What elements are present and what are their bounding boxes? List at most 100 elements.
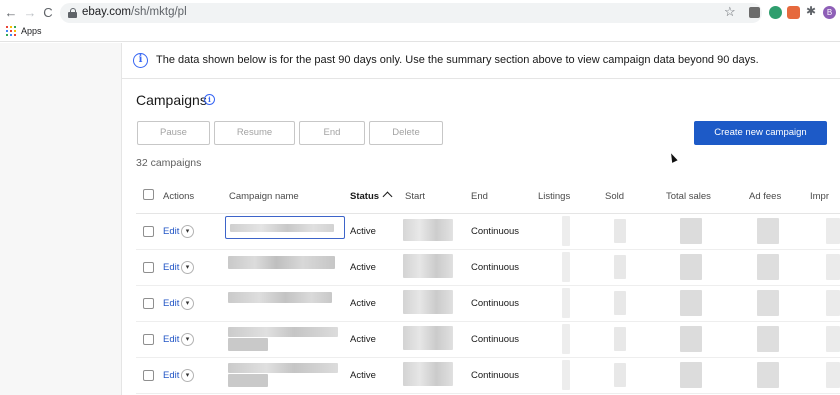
extension-icon[interactable] [769,6,782,19]
info-icon: i [133,53,148,68]
listings-cell [562,288,570,318]
header-actions: Actions [163,191,195,202]
extension-icon[interactable] [749,7,760,18]
puzzle-icon[interactable]: ✱ [806,4,819,18]
start-date-cell [403,290,453,314]
ad-fees-cell [757,290,779,316]
edit-link[interactable]: Edit [163,298,179,309]
listings-cell [562,324,570,354]
row-checkbox[interactable] [143,370,154,381]
table-header: Actions Campaign name Status Start End L… [136,178,840,214]
campaign-name-cell[interactable] [228,327,338,337]
campaign-name-cell[interactable] [228,363,338,373]
pause-button[interactable]: Pause [137,121,210,145]
header-start[interactable]: Start [405,191,425,202]
url-text: ebay.com/sh/mktg/pl [82,6,187,18]
impressions-cell [826,218,840,244]
impressions-cell [826,326,840,352]
campaign-name-cell[interactable] [228,256,335,269]
apps-grid-icon [6,26,16,36]
ad-fees-cell [757,254,779,280]
address-bar[interactable]: ebay.com/sh/mktg/pl [60,3,762,23]
star-icon[interactable]: ☆ [724,4,736,20]
mouse-cursor [668,152,678,163]
chevron-down-icon[interactable]: ▾ [181,225,194,238]
header-total-sales[interactable]: Total sales [666,191,711,202]
back-icon[interactable]: ← [4,6,18,20]
total-sales-cell [680,362,702,388]
table-row: Edit ▾ Active Continuous [136,358,840,394]
sort-ascending-icon[interactable] [382,191,393,202]
header-status[interactable]: Status [350,191,379,202]
edit-link[interactable]: Edit [163,334,179,345]
select-all-checkbox[interactable] [143,189,154,200]
end-cell: Continuous [471,226,520,237]
campaign-name-cell[interactable] [228,292,332,303]
edit-link[interactable]: Edit [163,226,179,237]
total-sales-cell [680,218,702,244]
page-title: Campaigns [136,92,207,108]
table-row: Edit ▾ Active Continuous [136,286,840,322]
lock-icon [68,8,77,18]
sold-cell [614,291,626,315]
info-icon[interactable]: i [204,94,215,105]
end-cell: Continuous [471,370,520,381]
sold-cell [614,363,626,387]
apps-label: Apps [21,26,42,36]
status-cell: Active [350,226,376,237]
apps-bookmark[interactable]: Apps [6,26,42,36]
sold-cell [614,219,626,243]
campaign-count: 32 campaigns [136,157,202,169]
status-cell: Active [350,262,376,273]
status-cell: Active [350,370,376,381]
total-sales-cell [680,326,702,352]
row-checkbox[interactable] [143,334,154,345]
ad-fees-cell [757,362,779,388]
create-campaign-button[interactable]: Create new campaign [694,121,827,145]
chevron-down-icon[interactable]: ▾ [181,333,194,346]
end-cell: Continuous [471,298,520,309]
header-sold[interactable]: Sold [605,191,624,202]
info-banner-text: The data shown below is for the past 90 … [156,54,759,66]
header-end[interactable]: End [471,191,488,202]
listings-cell [562,216,570,246]
start-date-cell [403,254,453,278]
profile-avatar[interactable]: B [823,6,836,19]
listings-cell [562,360,570,390]
header-ad-fees[interactable]: Ad fees [749,191,781,202]
table-row: Edit ▾ Active Continuous [136,250,840,286]
table-row: Edit ▾ Active Continuous [136,214,840,250]
table-row: Edit ▾ Active Continuous [136,322,840,358]
end-cell: Continuous [471,334,520,345]
row-checkbox[interactable] [143,298,154,309]
start-date-cell [403,326,453,350]
sold-cell [614,327,626,351]
start-date-cell [403,362,453,386]
left-sidebar [0,43,122,395]
header-campaign-name[interactable]: Campaign name [229,191,299,202]
start-date-cell [403,219,453,241]
status-cell: Active [350,298,376,309]
total-sales-cell [680,290,702,316]
campaign-name-cell[interactable] [225,216,345,239]
reload-icon[interactable]: C [41,6,55,20]
chevron-down-icon[interactable]: ▾ [181,297,194,310]
header-impressions[interactable]: Impr [810,191,829,202]
browser-chrome: ← → C ebay.com/sh/mktg/pl ☆ ✱ B Apps [0,0,840,42]
total-sales-cell [680,254,702,280]
chevron-down-icon[interactable]: ▾ [181,369,194,382]
row-checkbox[interactable] [143,226,154,237]
delete-button[interactable]: Delete [369,121,443,145]
row-checkbox[interactable] [143,262,154,273]
edit-link[interactable]: Edit [163,262,179,273]
sold-cell [614,255,626,279]
forward-icon[interactable]: → [23,6,37,20]
chevron-down-icon[interactable]: ▾ [181,261,194,274]
end-button[interactable]: End [299,121,365,145]
extension-icon[interactable] [787,6,800,19]
header-listings[interactable]: Listings [538,191,570,202]
status-cell: Active [350,334,376,345]
resume-button[interactable]: Resume [214,121,295,145]
info-banner: i The data shown below is for the past 9… [122,43,840,79]
edit-link[interactable]: Edit [163,370,179,381]
